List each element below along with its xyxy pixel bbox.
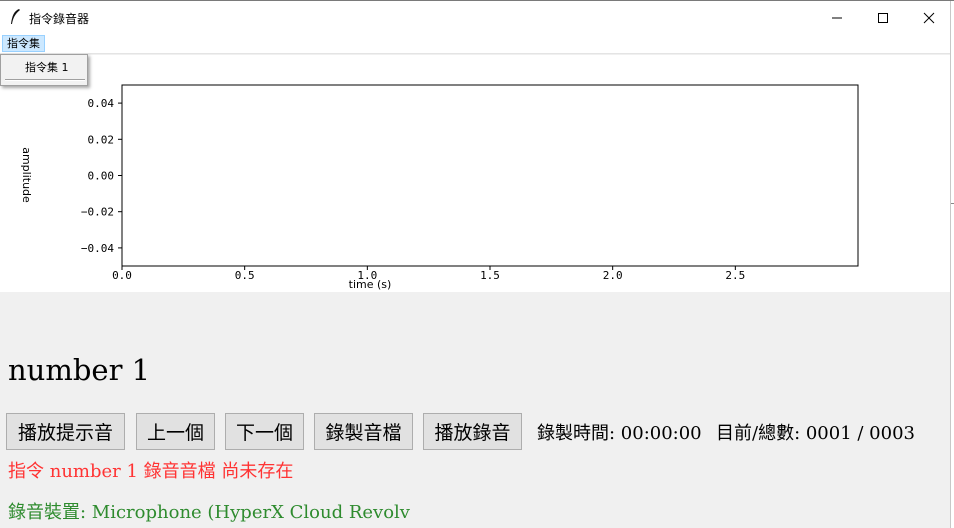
dropdown-separator bbox=[5, 79, 85, 81]
close-button[interactable] bbox=[906, 1, 952, 34]
feather-icon bbox=[11, 9, 20, 24]
x-tick-label: 1.5 bbox=[480, 269, 500, 282]
status-message: 指令 number 1 錄音音檔 尚未存在 bbox=[8, 461, 294, 482]
x-tick-label: 0.5 bbox=[235, 269, 255, 282]
play-recording-button[interactable]: 播放錄音 bbox=[423, 413, 522, 450]
prompt-text: number 1 bbox=[8, 353, 151, 387]
y-axis-label: amplitude bbox=[20, 147, 33, 203]
x-tick-label: 0.0 bbox=[112, 269, 132, 282]
window-right-edge bbox=[950, 1, 954, 528]
plot-frame bbox=[121, 84, 859, 267]
x-tick-label: 2.0 bbox=[603, 269, 623, 282]
command-set-dropdown: 指令集 1 bbox=[0, 54, 88, 86]
y-tick-label: −0.02 bbox=[81, 206, 114, 219]
y-tick-label: 0.02 bbox=[88, 133, 115, 146]
x-axis-label: time (s) bbox=[349, 278, 392, 291]
close-icon bbox=[923, 12, 935, 23]
x-tick-label: 2.5 bbox=[725, 269, 745, 282]
menu-bar: 指令集 bbox=[0, 34, 950, 54]
y-tick-label: −0.04 bbox=[81, 242, 114, 255]
previous-button[interactable]: 上一個 bbox=[136, 413, 215, 450]
maximize-icon bbox=[878, 12, 888, 23]
device-text: 錄音裝置: Microphone (HyperX Cloud Revolv bbox=[8, 502, 410, 523]
play-prompt-button[interactable]: 播放提示音 bbox=[6, 413, 125, 450]
progress-text: 目前/總數: 0001 / 0003 bbox=[716, 423, 915, 444]
record-time-text: 錄製時間: 00:00:00 bbox=[537, 423, 702, 444]
waveform-chart: 0.0 0.5 1.0 1.5 2.0 2.50.040.020.00−0.02−0.04… bbox=[20, 84, 859, 291]
record-button[interactable]: 錄製音檔 bbox=[314, 413, 413, 450]
next-button[interactable]: 下一個 bbox=[225, 413, 304, 450]
menu-command-set[interactable]: 指令集 bbox=[2, 35, 45, 52]
minimize-icon bbox=[832, 17, 842, 18]
window-title: 指令錄音器 bbox=[29, 12, 90, 26]
minimize-button[interactable] bbox=[814, 1, 860, 34]
dropdown-item-command-set-1[interactable]: 指令集 1 bbox=[25, 59, 69, 75]
title-bar: 指令錄音器 bbox=[0, 1, 954, 34]
app-window: 指令錄音器 指令集 0.0 0.5 1.0 1.5 2.0 2.5 0.04 0.02 0.00… bbox=[0, 0, 954, 528]
waveform-plot: 0.0 0.5 1.0 1.5 2.0 2.5 0.04 0.02 0.00 −0.02 −0.04… bbox=[0, 55, 950, 292]
maximize-button[interactable] bbox=[860, 1, 906, 34]
y-tick-label: 0.04 bbox=[88, 97, 115, 110]
y-tick-label: 0.00 bbox=[88, 170, 115, 183]
